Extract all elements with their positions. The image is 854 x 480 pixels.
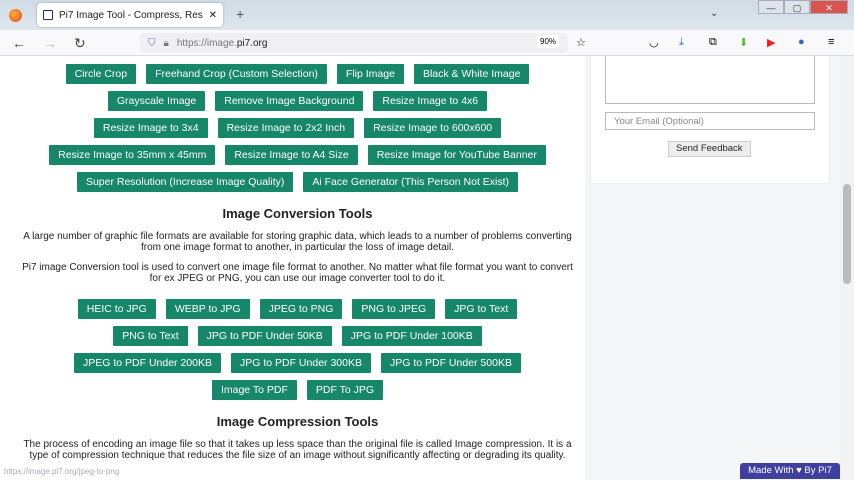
- feedback-panel: Your Email (Optional) Send Feedback: [590, 56, 830, 184]
- back-icon[interactable]: ←: [12, 35, 26, 51]
- tool-button[interactable]: Grayscale Image: [107, 91, 206, 111]
- close-window-icon[interactable]: ✕: [810, 0, 848, 14]
- tool-button[interactable]: Flip Image: [336, 64, 404, 84]
- tool-button[interactable]: Black & White Image: [413, 64, 530, 84]
- scrollbar-thumb[interactable]: [843, 184, 851, 284]
- tool-button[interactable]: JPEG to PNG: [259, 299, 343, 319]
- menu-icon[interactable]: ≡: [828, 36, 834, 48]
- maximize-icon[interactable]: ▢: [784, 0, 810, 14]
- send-feedback-button[interactable]: Send Feedback: [668, 141, 751, 157]
- tool-button[interactable]: HEIC to JPG: [77, 299, 156, 319]
- scrollbar[interactable]: [840, 56, 854, 480]
- new-tab-icon[interactable]: +: [236, 6, 244, 22]
- button-row: Super Resolution (Increase Image Quality…: [10, 172, 585, 192]
- button-row: PNG to Text JPG to PDF Under 50KB JPG to P…: [10, 326, 585, 346]
- nav-bar: ← → ↻ ⛉ 🔒︎ https://image.pi7.org 90% ☆ ◡ ⤓…: [0, 30, 854, 56]
- tool-button[interactable]: PNG to JPEG: [352, 299, 436, 319]
- button-row: Grayscale Image Remove Image Background Re…: [10, 91, 585, 111]
- tool-button[interactable]: Resize Image to 3x4: [93, 118, 208, 138]
- tool-button[interactable]: Freehand Crop (Custom Selection): [146, 64, 327, 84]
- youtube-icon[interactable]: ▶: [767, 36, 775, 49]
- tab-bar: Pi7 Image Tool - Compress, Res ✕ + ⌄ — ▢ ✕: [0, 0, 854, 30]
- zoom-level[interactable]: 90%: [537, 35, 560, 48]
- green-download-extension-icon[interactable]: ⬇: [739, 36, 748, 49]
- button-row: Image To PDF PDF To JPG: [10, 380, 585, 400]
- made-with-badge[interactable]: Made With ♥ By Pi7: [740, 463, 840, 479]
- tool-button[interactable]: JPG to Text: [445, 299, 518, 319]
- conversion-title: Image Conversion Tools: [222, 206, 373, 221]
- browser-tab[interactable]: Pi7 Image Tool - Compress, Res ✕: [37, 3, 223, 27]
- compression-title: Image Compression Tools: [216, 414, 379, 429]
- pocket-icon[interactable]: ◡: [649, 36, 659, 49]
- url-prefix: https://image.: [176, 37, 237, 49]
- download-icon[interactable]: ⤓: [679, 36, 684, 49]
- tool-button[interactable]: JPEG to PDF Under 200KB: [74, 353, 221, 373]
- tool-button[interactable]: Ai Face Generator (This Person Not Exist…: [303, 172, 519, 192]
- tool-button[interactable]: Resize Image to A4 Size: [225, 145, 358, 165]
- tool-button[interactable]: Resize Image for YouTube Banner: [367, 145, 546, 165]
- bookmark-star-icon[interactable]: ☆: [576, 36, 586, 49]
- tool-button[interactable]: JPG to PDF Under 50KB: [197, 326, 332, 346]
- feedback-textarea[interactable]: [605, 56, 815, 104]
- compression-paragraph: The process of encoding an image file so…: [23, 439, 572, 461]
- url-domain: pi7.org: [236, 37, 268, 49]
- tool-button[interactable]: JPG to PDF Under 100KB: [341, 326, 482, 346]
- minimize-icon[interactable]: —: [758, 0, 784, 14]
- tool-button[interactable]: Circle Crop: [65, 64, 137, 84]
- email-field[interactable]: Your Email (Optional): [605, 112, 815, 130]
- button-row: JPEG to PDF Under 200KB JPG to PDF Under …: [10, 353, 585, 373]
- button-row: HEIC to JPG WEBP to JPG JPEG to PNG PNG to …: [10, 299, 585, 319]
- list-tabs-icon[interactable]: ⌄: [710, 8, 718, 19]
- profile-extension-icon[interactable]: ●: [798, 36, 805, 48]
- tool-button[interactable]: PNG to Text: [113, 326, 188, 346]
- tool-button[interactable]: JPG to PDF Under 300KB: [231, 353, 371, 373]
- conversion-paragraph-2: Pi7 image Conversion tool is used to con…: [22, 262, 573, 284]
- tool-button[interactable]: Resize Image to 35mm x 45mm: [49, 145, 216, 165]
- extensions-icon[interactable]: ⧉: [709, 36, 717, 49]
- tool-button[interactable]: Resize Image to 2x2 Inch: [217, 118, 355, 138]
- forward-icon[interactable]: →: [43, 35, 57, 51]
- tool-button[interactable]: Super Resolution (Increase Image Quality…: [76, 172, 294, 192]
- reload-icon[interactable]: ↻: [74, 35, 86, 52]
- conversion-paragraph-1: A large number of graphic file formats a…: [23, 231, 572, 253]
- tool-button[interactable]: Remove Image Background: [215, 91, 364, 111]
- button-row: Resize Image to 35mm x 45mm Resize Image …: [10, 145, 585, 165]
- tool-button[interactable]: PDF To JPG: [306, 380, 384, 400]
- shield-icon: ⛉: [148, 37, 156, 49]
- tool-button[interactable]: WEBP to JPG: [165, 299, 250, 319]
- firefox-icon: [9, 9, 22, 22]
- tool-button[interactable]: Resize Image to 600x600: [364, 118, 502, 138]
- button-row: Circle Crop Freehand Crop (Custom Selecti…: [10, 64, 585, 84]
- url-bar[interactable]: ⛉ 🔒︎ https://image.pi7.org: [140, 33, 568, 53]
- main-content: Circle Crop Freehand Crop (Custom Selecti…: [10, 56, 585, 480]
- status-url: https://image.pi7.org/jpeg-to-png: [4, 467, 120, 476]
- tool-button[interactable]: Image To PDF: [211, 380, 297, 400]
- tool-button[interactable]: JPG to PDF Under 500KB: [380, 353, 521, 373]
- lock-icon: 🔒︎: [163, 37, 169, 49]
- tab-title: Pi7 Image Tool - Compress, Res: [59, 9, 203, 21]
- button-row: Resize Image to 3x4 Resize Image to 2x2 I…: [10, 118, 585, 138]
- favicon-icon: [43, 10, 53, 20]
- tool-button[interactable]: Resize Image to 4x6: [373, 91, 488, 111]
- close-tab-icon[interactable]: ✕: [209, 10, 217, 21]
